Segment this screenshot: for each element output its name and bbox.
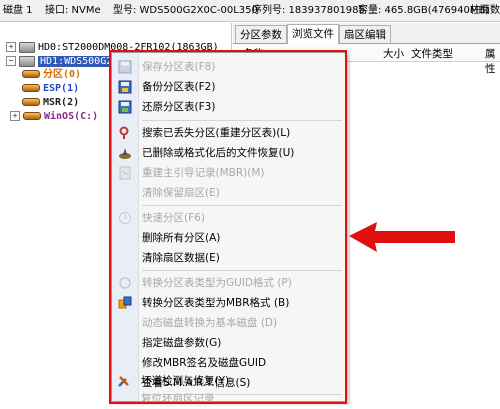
tree-node-partition-0[interactable]: 分区(0): [22, 68, 81, 82]
disk-info-bar: 磁盘 1 接口: NVMe 型号: WDS500G2X0C-00L350 序列号…: [0, 0, 500, 22]
save-icon: [118, 60, 132, 74]
pointer-arrow-icon: [349, 222, 455, 252]
tab-sector-edit[interactable]: 扇区编辑: [339, 25, 391, 43]
expand-icon[interactable]: +: [6, 42, 16, 52]
tab-partition-params[interactable]: 分区参数: [235, 25, 287, 43]
column-file-type[interactable]: 文件类型: [411, 46, 453, 61]
backup-icon: [118, 80, 132, 94]
partition-icon: [23, 112, 41, 120]
context-menu: 保存分区表(F8) 备份分区表(F2) 还原分区表(F3) 搜索已丢失分区(重建…: [111, 52, 347, 402]
partition-icon: [22, 98, 40, 106]
menu-item-search-lost-partitions[interactable]: 搜索已丢失分区(重建分区表)(L): [112, 123, 346, 143]
tab-bar: 分区参数 浏览文件 扇区编辑: [233, 23, 500, 44]
disk-cylinders: 柱面数:: [470, 5, 500, 16]
tree-node-winos[interactable]: + WinOS(C:): [10, 110, 98, 124]
column-attributes[interactable]: 属性: [485, 46, 500, 76]
menu-item-save-partition-table[interactable]: 保存分区表(F8): [112, 57, 346, 77]
disk-serial: 序列号: 183937801985: [252, 5, 365, 16]
recovery-icon: [119, 148, 131, 159]
menu-item-disk-parameters[interactable]: 指定磁盘参数(G): [112, 333, 346, 353]
convert-mbr-icon: [118, 296, 132, 309]
menu-item-quick-partition[interactable]: 快速分区(F6): [112, 208, 346, 228]
menu-separator: [142, 120, 342, 121]
tools-icon: [118, 376, 129, 387]
menu-item-modify-mbr-signature[interactable]: 修改MBR签名及磁盘GUID: [112, 353, 346, 373]
disk-model: 型号: WDS500G2X0C-00L350: [113, 5, 258, 16]
partition-icon: [22, 70, 40, 78]
mbr-icon: [119, 166, 131, 180]
tree-node-esp[interactable]: ESP(1): [22, 82, 79, 96]
hard-disk-icon: [19, 41, 35, 53]
partition-icon: [22, 84, 40, 92]
menu-item-bad-sector-check[interactable]: 坏道检测与修复(Y): [111, 371, 345, 391]
search-icon: [119, 126, 129, 139]
menu-separator: [142, 270, 342, 271]
disk-number: 磁盘 1: [3, 5, 33, 16]
restore-icon: [118, 100, 132, 114]
tab-browse-files[interactable]: 浏览文件: [287, 24, 339, 44]
tree-node-hd1[interactable]: − HD1:WDS500G2: [6, 55, 115, 69]
column-size[interactable]: 大小: [383, 46, 404, 61]
collapse-icon[interactable]: −: [6, 56, 16, 66]
hard-disk-icon: [19, 55, 35, 67]
menu-item-dynamic-to-basic[interactable]: 动态磁盘转换为基本磁盘 (D): [112, 313, 346, 333]
expand-icon[interactable]: +: [10, 111, 20, 121]
menu-item-rebuild-mbr[interactable]: 重建主引导记录(MBR)(M): [112, 163, 346, 183]
convert-icon: [119, 277, 131, 289]
menu-item-delete-all-partitions[interactable]: 删除所有分区(A): [112, 228, 346, 248]
clock-icon: [119, 212, 131, 224]
menu-item-clear-sector-data[interactable]: 清除扇区数据(E): [112, 248, 346, 268]
menu-item-convert-to-mbr[interactable]: 转换分区表类型为MBR格式 (B): [112, 293, 346, 313]
menu-item-convert-to-guid[interactable]: 转换分区表类型为GUID格式 (P): [112, 273, 346, 293]
disk-interface: 接口: NVMe: [45, 5, 101, 16]
tree-node-msr[interactable]: MSR(2): [22, 96, 79, 110]
menu-item-restore-partition-table[interactable]: 还原分区表(F3): [112, 97, 346, 117]
menu-item-clear-reserved-sectors[interactable]: 清除保留扇区(E): [112, 183, 346, 203]
menu-separator: [142, 205, 342, 206]
menu-item-backup-partition-table[interactable]: 备份分区表(F2): [112, 77, 346, 97]
menu-item-reset-bad-sectors[interactable]: 复位坏扇区记录: [111, 389, 345, 409]
menu-item-file-recovery[interactable]: 已删除或格式化后的文件恢复(U): [112, 143, 346, 163]
